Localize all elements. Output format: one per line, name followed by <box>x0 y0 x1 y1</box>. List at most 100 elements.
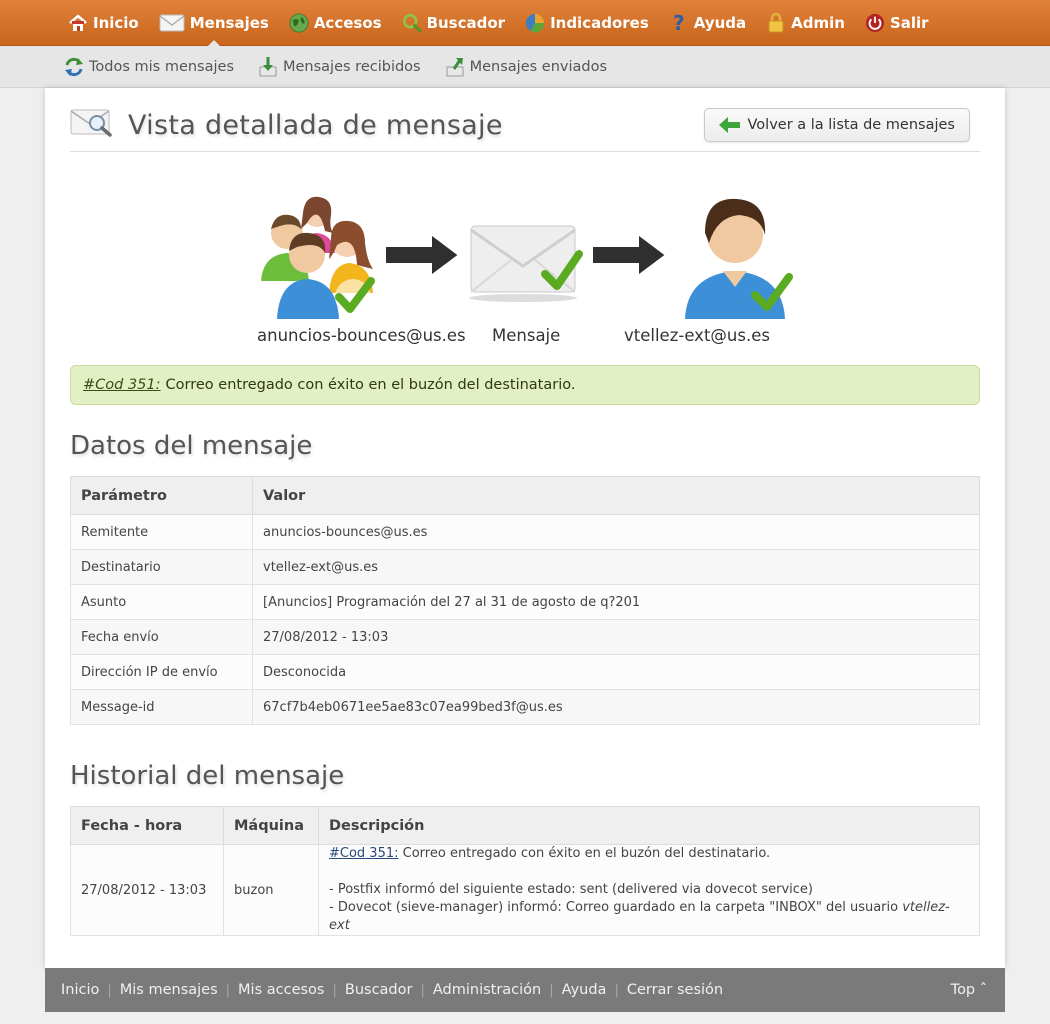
nav-item-label: Inicio <box>93 14 139 32</box>
nav-item-ayuda[interactable]: ? Ayuda <box>659 0 756 46</box>
table-row: Asunto [Anuncios] Programación del 27 al… <box>70 584 980 620</box>
value-cell: anuncios-bounces@us.es <box>252 514 980 550</box>
footer-separator: | <box>614 982 619 998</box>
nav-item-salir[interactable]: Salir <box>855 0 939 46</box>
nav-item-label: Admin <box>791 14 845 32</box>
subnav-item-todos[interactable]: Todos mis mensajes <box>64 56 234 78</box>
nav-item-indicadores[interactable]: Indicadores <box>515 0 659 46</box>
table-row: Fecha envío 27/08/2012 - 13:03 <box>70 619 980 655</box>
nav-item-accesos[interactable]: Accesos <box>279 0 392 46</box>
top-navigation: Inicio Mensajes Accesos Buscador Indicad… <box>0 0 1050 47</box>
back-to-list-button[interactable]: Volver a la lista de mensajes <box>703 108 970 142</box>
arrow-left-icon <box>718 117 741 133</box>
back-to-top-link[interactable]: Top ˆ <box>951 982 987 998</box>
column-header: Descripción <box>318 806 980 845</box>
footer-separator: | <box>107 982 112 998</box>
nav-item-label: Indicadores <box>550 14 649 32</box>
envelope-search-icon <box>70 106 114 138</box>
param-cell: Fecha envío <box>70 619 253 655</box>
back-button-label: Volver a la lista de mensajes <box>747 117 956 133</box>
machine-cell: buzon <box>223 844 319 936</box>
param-cell: Remitente <box>70 514 253 550</box>
lock-icon <box>766 12 786 33</box>
status-code-link[interactable]: #Cod 351: <box>83 377 161 393</box>
message-envelope-icon <box>469 225 583 302</box>
column-header: Parámetro <box>70 476 253 515</box>
refresh-icon <box>64 56 84 78</box>
pie-chart-icon <box>525 13 545 33</box>
footer-separator: | <box>420 982 425 998</box>
flow-message-label: Mensaje <box>492 326 561 345</box>
column-header: Máquina <box>223 806 319 845</box>
flow-recipient-label: vtellez-ext@us.es <box>624 326 770 345</box>
subnav-item-label: Mensajes enviados <box>469 59 608 75</box>
value-cell: [Anuncios] Programación del 27 al 31 de … <box>252 584 980 620</box>
status-code-link[interactable]: #Cod 351: <box>329 846 399 861</box>
nav-item-mensajes[interactable]: Mensajes <box>149 0 279 47</box>
power-icon <box>865 13 885 33</box>
subnav-item-label: Mensajes recibidos <box>283 59 421 75</box>
arrow-right-icon <box>384 232 461 278</box>
date-cell: 27/08/2012 - 13:03 <box>70 844 224 936</box>
table-row: 27/08/2012 - 13:03 buzon #Cod 351: Corre… <box>70 844 980 936</box>
footer-link-cerrar-sesion[interactable]: Cerrar sesión <box>627 982 723 998</box>
nav-item-label: Accesos <box>313 14 382 32</box>
subnav-item-recibidos[interactable]: Mensajes recibidos <box>258 56 421 78</box>
sender-group-icon <box>261 196 375 319</box>
footer-link-administracion[interactable]: Administración <box>433 982 541 998</box>
nav-item-buscador[interactable]: Buscador <box>392 0 516 46</box>
value-cell: vtellez-ext@us.es <box>252 549 980 585</box>
footer-separator: | <box>549 982 554 998</box>
param-cell: Message-id <box>70 689 253 725</box>
page-title: Vista detallada de mensaje <box>128 110 503 141</box>
flow-sender-label: anuncios-bounces@us.es <box>257 326 466 345</box>
globe-icon <box>289 13 309 33</box>
nav-item-inicio[interactable]: Inicio <box>58 0 149 46</box>
param-cell: Asunto <box>70 584 253 620</box>
description-cell: #Cod 351: Correo entregado con éxito en … <box>318 844 980 936</box>
inbox-download-icon <box>258 56 278 78</box>
message-flow-diagram: anuncios-bounces@us.es Mensaje vtellez-e… <box>45 188 1005 358</box>
sub-navigation: Todos mis mensajes Mensajes recibidos Me… <box>0 46 1050 88</box>
footer-link-buscador[interactable]: Buscador <box>345 982 413 998</box>
footer-link-inicio[interactable]: Inicio <box>61 982 99 998</box>
footer: Inicio | Mis mensajes | Mis accesos | Bu… <box>45 968 1005 1012</box>
footer-link-mis-accesos[interactable]: Mis accesos <box>238 982 324 998</box>
nav-item-label: Ayuda <box>693 14 747 32</box>
page-header: Vista detallada de mensaje Volver a la l… <box>70 102 980 152</box>
param-cell: Dirección IP de envío <box>70 654 253 690</box>
delivery-status-alert: #Cod 351: Correo entregado con éxito en … <box>70 365 980 405</box>
arrow-right-icon <box>591 232 668 278</box>
datos-section-title: Datos del mensaje <box>70 431 313 461</box>
table-row: Dirección IP de envío Desconocida <box>70 654 980 690</box>
message-data-table: Parámetro Valor Remitente anuncios-bounc… <box>70 476 980 725</box>
value-cell: Desconocida <box>252 654 980 690</box>
magnifier-icon <box>402 13 422 33</box>
nav-item-admin[interactable]: Admin <box>756 0 855 46</box>
description-line: Correo entregado con éxito en el buzón d… <box>402 846 771 861</box>
recipient-user-icon <box>685 198 793 319</box>
column-header: Fecha - hora <box>70 806 224 845</box>
value-cell: 27/08/2012 - 13:03 <box>252 619 980 655</box>
footer-separator: | <box>225 982 231 998</box>
message-history-table: Fecha - hora Máquina Descripción 27/08/2… <box>70 806 980 936</box>
column-header: Valor <box>252 476 980 515</box>
subnav-item-enviados[interactable]: Mensajes enviados <box>445 56 607 78</box>
table-row: Message-id 67cf7b4eb0671ee5ae83c07ea99be… <box>70 689 980 725</box>
footer-link-mis-mensajes[interactable]: Mis mensajes <box>120 982 218 998</box>
historial-section-title: Historial del mensaje <box>70 761 345 791</box>
footer-link-ayuda[interactable]: Ayuda <box>562 982 607 998</box>
nav-item-label: Salir <box>889 14 929 32</box>
content-panel: Vista detallada de mensaje Volver a la l… <box>45 88 1005 968</box>
param-cell: Destinatario <box>70 549 253 585</box>
table-row: Destinatario vtellez-ext@us.es <box>70 549 980 585</box>
table-row: Remitente anuncios-bounces@us.es <box>70 514 980 550</box>
footer-separator: | <box>332 982 337 998</box>
subnav-item-label: Todos mis mensajes <box>89 59 234 75</box>
outbox-upload-icon <box>445 56 465 78</box>
nav-item-label: Mensajes <box>189 14 269 32</box>
svg-text:?: ? <box>673 12 685 34</box>
home-icon <box>68 13 88 33</box>
nav-item-label: Buscador <box>426 14 506 32</box>
envelope-icon <box>159 13 185 33</box>
